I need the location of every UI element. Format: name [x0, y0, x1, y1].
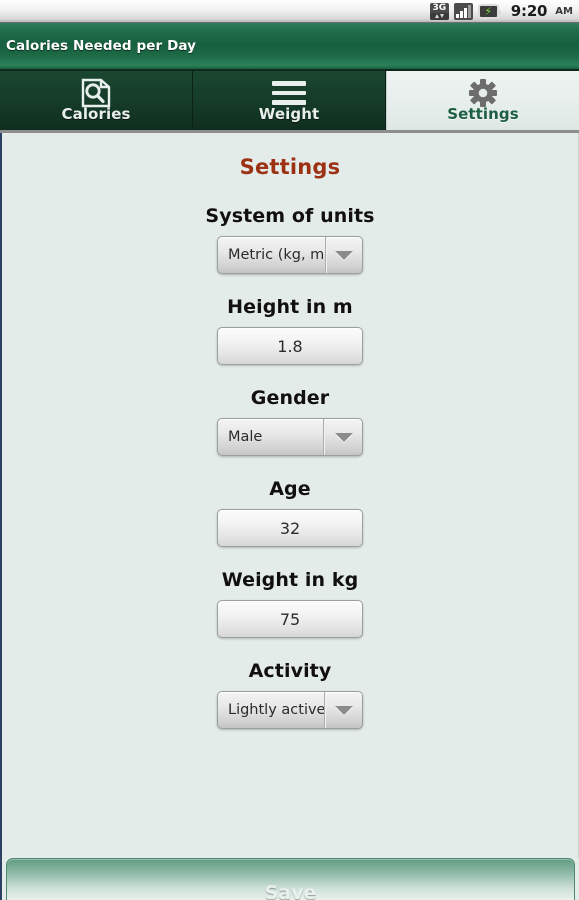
gender-spinner[interactable]: Male	[217, 418, 363, 456]
phone-screen: 3G ⚡ 9:20 AM Calories Needed per Day Cal…	[0, 0, 579, 900]
signal-bars-icon	[453, 2, 473, 20]
field-age: Age 32	[2, 478, 578, 547]
settings-content: Settings System of units Metric (kg, m) …	[0, 133, 579, 897]
list-line-2	[272, 90, 306, 96]
arrow-up	[434, 14, 439, 18]
status-clock: 9:20	[510, 2, 548, 20]
field-gender: Gender Male	[2, 387, 578, 456]
gender-value: Male	[218, 419, 324, 455]
field-label-weight: Weight in kg	[221, 569, 359, 591]
field-weight: Weight in kg 75	[2, 569, 578, 638]
app-title-bar: Calories Needed per Day	[0, 23, 579, 71]
app-title: Calories Needed per Day	[6, 38, 197, 54]
tab-bar: Calories Weight Settings	[0, 71, 579, 133]
field-system-of-units: System of units Metric (kg, m)	[2, 205, 578, 274]
signal-bar-4	[467, 4, 471, 18]
tab-calories-label: Calories	[61, 105, 131, 123]
tab-weight[interactable]: Weight	[193, 71, 386, 130]
arrow-down	[439, 14, 444, 18]
tab-weight-label: Weight	[258, 105, 320, 123]
field-label-system-of-units: System of units	[205, 205, 375, 227]
data-transfer-arrows	[429, 12, 449, 20]
battery-charging-icon: ⚡	[477, 3, 501, 19]
chevron-down-icon	[325, 237, 362, 273]
page-title: Settings	[239, 155, 341, 179]
list-line-1	[272, 81, 306, 86]
height-input[interactable]: 1.8	[217, 327, 363, 365]
tab-settings[interactable]: Settings	[386, 71, 579, 130]
field-label-height: Height in m	[227, 296, 353, 318]
field-label-activity: Activity	[248, 660, 332, 682]
status-bar: 3G ⚡ 9:20 AM	[0, 0, 579, 23]
field-activity: Activity Lightly active	[2, 660, 578, 729]
document-search-icon	[80, 78, 112, 108]
signal-bar-1	[455, 13, 459, 18]
status-clock-meridiem: AM	[555, 5, 573, 17]
weight-input[interactable]: 75	[217, 600, 363, 638]
network-type-label: 3G	[432, 2, 447, 13]
activity-value: Lightly active	[218, 692, 325, 728]
signal-3g-icon: 3G	[429, 2, 449, 20]
save-button[interactable]: Save	[6, 858, 575, 900]
list-lines-icon	[272, 78, 306, 108]
save-button-label: Save	[264, 881, 317, 900]
system-of-units-spinner[interactable]: Metric (kg, m)	[217, 236, 363, 274]
tab-settings-label: Settings	[447, 105, 519, 123]
charging-bolt-icon: ⚡	[484, 4, 493, 18]
field-height: Height in m 1.8	[2, 296, 578, 365]
tab-calories[interactable]: Calories	[0, 71, 193, 130]
status-icons: 3G ⚡ 9:20 AM	[429, 2, 573, 20]
field-label-age: Age	[269, 478, 311, 500]
chevron-down-icon	[324, 692, 362, 728]
system-of-units-value: Metric (kg, m)	[218, 237, 326, 273]
activity-spinner[interactable]: Lightly active	[217, 691, 363, 729]
signal-bar-3	[463, 7, 467, 18]
age-input[interactable]: 32	[217, 509, 363, 547]
chevron-down-icon	[324, 419, 362, 455]
signal-bar-2	[459, 10, 463, 18]
gear-icon	[468, 78, 498, 108]
field-label-gender: Gender	[250, 387, 330, 409]
save-bar: Save	[0, 858, 579, 900]
